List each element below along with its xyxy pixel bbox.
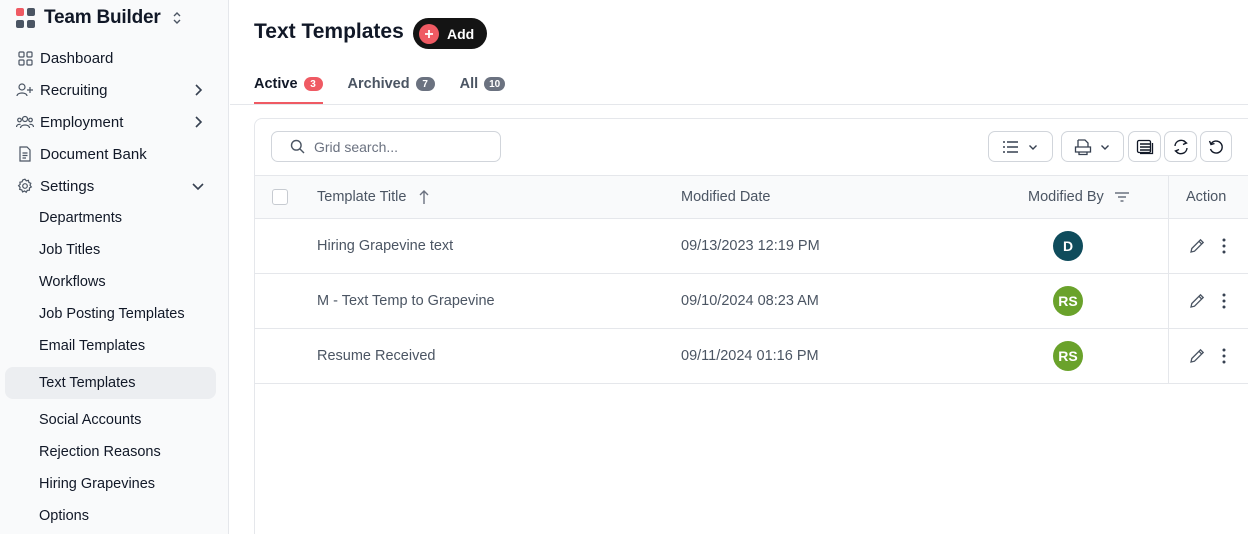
user-plus-icon: [16, 81, 34, 99]
more-options-icon[interactable]: [1214, 291, 1234, 311]
edit-pencil-icon[interactable]: [1187, 291, 1207, 311]
sidebar-item-hiring-grapevines[interactable]: Hiring Grapevines: [0, 468, 229, 500]
add-button[interactable]: Add: [413, 18, 487, 49]
tab-archived[interactable]: Archived 7: [348, 70, 435, 104]
sidebar-item-job-titles[interactable]: Job Titles: [0, 234, 229, 266]
filter-icon[interactable]: [1114, 191, 1130, 203]
chevron-down-icon: [1101, 144, 1109, 150]
column-header-modified-date[interactable]: Modified Date: [681, 176, 770, 218]
export-button[interactable]: [1061, 131, 1124, 162]
sidebar-item-label: Document Bank: [40, 145, 147, 163]
tabs-divider: [230, 104, 1248, 105]
export-icon: [1074, 138, 1092, 155]
modified-date: 09/10/2024 08:23 AM: [681, 293, 819, 309]
workspace-switch-icon[interactable]: [171, 10, 183, 26]
sidebar-item-label: Employment: [40, 113, 124, 131]
more-options-icon[interactable]: [1214, 236, 1234, 256]
sidebar-item-departments[interactable]: Departments: [0, 202, 229, 234]
chevron-right-icon[interactable]: [190, 114, 206, 130]
sidebar-item-employment[interactable]: Employment: [0, 106, 229, 138]
sidebar-item-label: Recruiting: [40, 81, 108, 99]
chevron-down-icon: [1029, 144, 1037, 150]
users-icon: [16, 113, 34, 131]
search-icon: [290, 139, 305, 154]
add-button-label: Add: [447, 25, 475, 42]
sidebar-item-dashboard[interactable]: Dashboard: [0, 42, 229, 74]
chevron-down-icon[interactable]: [190, 178, 206, 194]
grid-search[interactable]: [271, 131, 501, 162]
edit-pencil-icon[interactable]: [1187, 236, 1207, 256]
tab-label: Archived: [347, 76, 410, 92]
status-tabs: Active 3 Archived 7 All 10: [254, 70, 530, 104]
plus-icon: [419, 23, 439, 44]
reset-icon: [1208, 139, 1223, 154]
brand[interactable]: Team Builder: [16, 6, 183, 30]
sort-ascending-icon[interactable]: [418, 189, 430, 205]
column-header-label: Template Title: [317, 189, 407, 205]
avatar: D: [1053, 231, 1083, 261]
refresh-button[interactable]: [1164, 131, 1197, 162]
app-name: Team Builder: [44, 7, 161, 28]
sidebar-nav: Dashboard Recruiting Employment Document…: [0, 42, 229, 532]
template-title[interactable]: Hiring Grapevine text: [317, 219, 453, 273]
page-title: Text Templates: [254, 20, 404, 43]
tab-count-badge: 3: [303, 77, 323, 91]
grid-header: Template Title Modified Date Modified By…: [255, 175, 1248, 219]
template-title[interactable]: M - Text Temp to Grapevine: [317, 274, 495, 328]
view-settings-button[interactable]: [1128, 131, 1161, 162]
column-header-action: Action: [1186, 176, 1226, 218]
view-settings-icon: [1136, 139, 1153, 154]
grid-card: Template Title Modified Date Modified By…: [254, 118, 1248, 534]
reset-button[interactable]: [1200, 131, 1232, 162]
chevron-right-icon[interactable]: [190, 82, 206, 98]
column-header-label: Modified Date: [681, 189, 771, 205]
action-column-divider: [1168, 175, 1169, 384]
tab-count-badge: 7: [415, 77, 435, 91]
modified-date: 09/11/2024 01:16 PM: [681, 348, 819, 364]
more-options-icon[interactable]: [1214, 346, 1234, 366]
column-header-label: Modified By: [1028, 189, 1104, 205]
document-icon: [16, 145, 34, 163]
tab-all[interactable]: All 10: [460, 70, 506, 104]
sidebar-item-options[interactable]: Options: [0, 500, 229, 532]
avatar: RS: [1053, 286, 1083, 316]
template-title[interactable]: Resume Received: [317, 329, 435, 383]
sidebar-item-text-templates[interactable]: Text Templates: [5, 367, 216, 399]
tab-label: Active: [254, 76, 298, 92]
gear-icon: [16, 177, 34, 195]
list-columns-icon: [1003, 140, 1018, 153]
dashboard-grid-icon: [16, 49, 34, 67]
column-header-label: Action: [1186, 189, 1227, 205]
table-row[interactable]: M - Text Temp to Grapevine 09/10/2024 08…: [255, 274, 1248, 329]
sidebar-item-document-bank[interactable]: Document Bank: [0, 138, 229, 170]
sidebar-item-label: Settings: [40, 177, 95, 195]
column-header-modified-by[interactable]: Modified By: [1028, 176, 1130, 218]
sidebar: Team Builder Dashboard Recruiting Employ…: [0, 0, 229, 534]
search-input[interactable]: [314, 138, 484, 155]
tab-active[interactable]: Active 3: [254, 70, 323, 104]
sidebar-item-job-posting-templates[interactable]: Job Posting Templates: [0, 298, 229, 330]
sidebar-item-recruiting[interactable]: Recruiting: [0, 74, 229, 106]
avatar: RS: [1053, 341, 1083, 371]
table-row[interactable]: Resume Received 09/11/2024 01:16 PM RS: [255, 329, 1248, 384]
tab-label: All: [459, 76, 479, 92]
table-row[interactable]: Hiring Grapevine text 09/13/2023 12:19 P…: [255, 219, 1248, 274]
select-all-checkbox[interactable]: [272, 189, 288, 205]
modified-date: 09/13/2023 12:19 PM: [681, 238, 820, 254]
team-builder-logo-icon: [16, 8, 36, 28]
tab-count-badge: 10: [484, 77, 506, 91]
refresh-icon: [1173, 139, 1188, 154]
sidebar-item-workflows[interactable]: Workflows: [0, 266, 229, 298]
sidebar-item-settings[interactable]: Settings: [0, 170, 229, 202]
edit-pencil-icon[interactable]: [1187, 346, 1207, 366]
sidebar-item-email-templates[interactable]: Email Templates: [0, 330, 229, 362]
sidebar-item-label: Dashboard: [40, 49, 114, 67]
sidebar-item-rejection-reasons[interactable]: Rejection Reasons: [0, 436, 229, 468]
sidebar-item-social-accounts[interactable]: Social Accounts: [0, 404, 229, 436]
main-content: Text Templates Add Active 3 Archived 7 A…: [230, 0, 1248, 534]
column-header-template-title[interactable]: Template Title: [317, 176, 430, 218]
column-chooser-button[interactable]: [988, 131, 1053, 162]
